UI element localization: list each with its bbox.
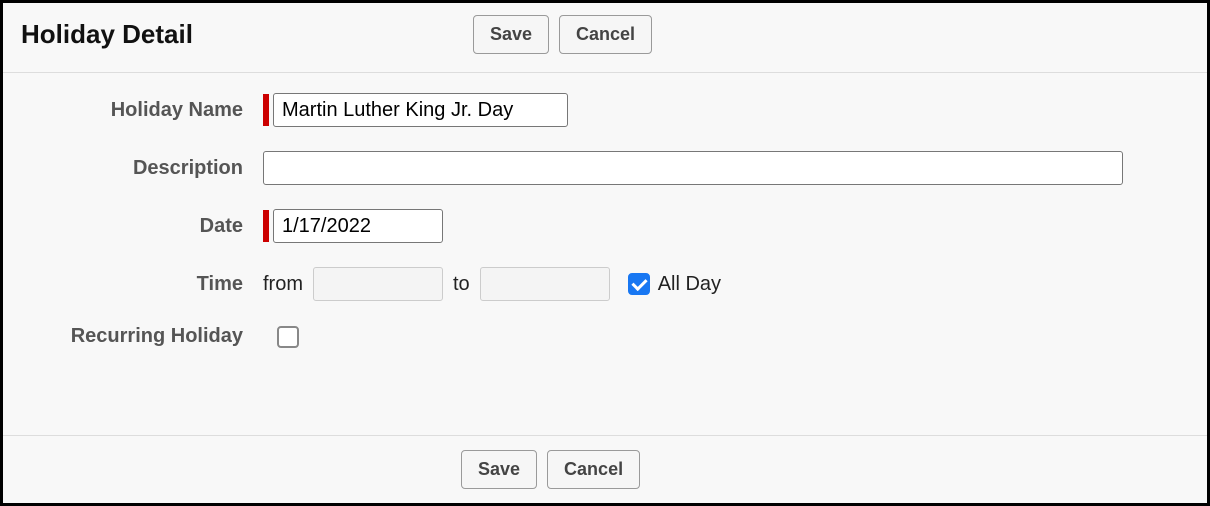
required-indicator-icon — [263, 210, 269, 242]
time-to-input[interactable] — [480, 267, 610, 301]
holiday-name-label: Holiday Name — [33, 99, 263, 122]
time-to-label: to — [453, 273, 470, 296]
recurring-label: Recurring Holiday — [33, 325, 263, 348]
page-title: Holiday Detail — [21, 19, 193, 50]
time-from-input[interactable] — [313, 267, 443, 301]
recurring-checkbox[interactable] — [277, 326, 299, 348]
header-bar: Holiday Detail Save Cancel — [3, 3, 1207, 73]
row-recurring: Recurring Holiday — [33, 325, 1177, 348]
row-description: Description — [33, 151, 1177, 185]
holiday-detail-window: Holiday Detail Save Cancel Holiday Name … — [0, 0, 1210, 506]
date-input[interactable] — [273, 209, 443, 243]
required-indicator-icon — [263, 94, 269, 126]
form-body: Holiday Name Description Date Time from — [3, 73, 1207, 435]
row-time: Time from to All Day — [33, 267, 1177, 301]
holiday-name-input[interactable] — [273, 93, 568, 127]
all-day-label: All Day — [658, 273, 721, 296]
save-button-top[interactable]: Save — [473, 15, 549, 54]
date-label: Date — [33, 215, 263, 238]
description-label: Description — [33, 157, 263, 180]
cancel-button-top[interactable]: Cancel — [559, 15, 652, 54]
row-holiday-name: Holiday Name — [33, 93, 1177, 127]
all-day-wrap: All Day — [628, 273, 721, 296]
description-input[interactable] — [263, 151, 1123, 185]
time-from-label: from — [263, 273, 303, 296]
cancel-button-bottom[interactable]: Cancel — [547, 450, 640, 489]
time-label: Time — [33, 273, 263, 296]
footer-bar: Save Cancel — [3, 435, 1207, 503]
save-button-bottom[interactable]: Save — [461, 450, 537, 489]
row-date: Date — [33, 209, 1177, 243]
all-day-checkbox[interactable] — [628, 273, 650, 295]
